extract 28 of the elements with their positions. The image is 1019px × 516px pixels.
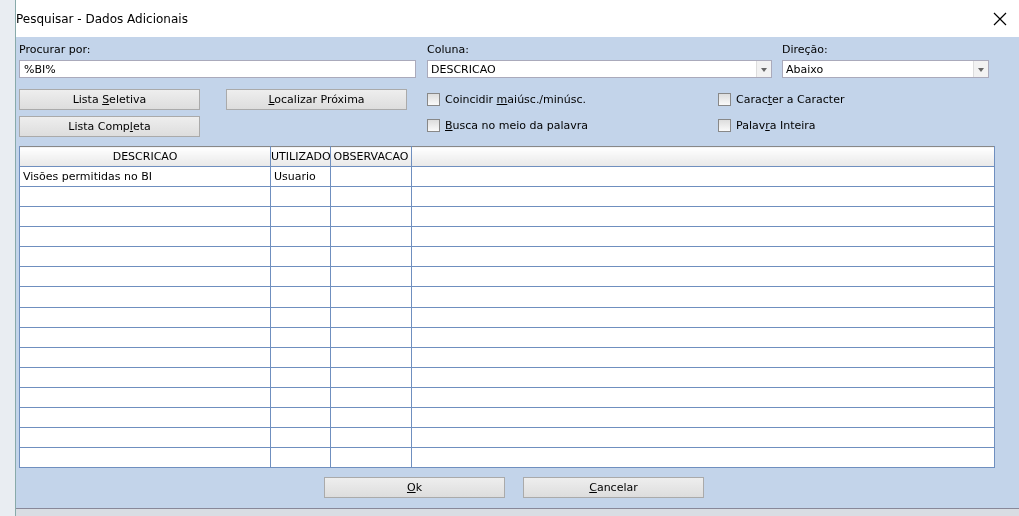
checkbox[interactable]: [718, 118, 731, 132]
checkbox-label: Palavra Inteira: [736, 118, 816, 132]
table-cell: Usuario: [270, 166, 331, 187]
dialog-button[interactable]: Cancelar: [523, 477, 704, 498]
checkbox[interactable]: [718, 92, 731, 106]
caret-icon[interactable]: [756, 61, 771, 77]
checkbox-label: Busca no meio da palavra: [445, 118, 588, 132]
column-header[interactable]: OBSERVACAO: [330, 146, 412, 167]
window-title: Pesquisar - Dados Adicionais: [16, 11, 188, 26]
dialog-button[interactable]: Ok: [324, 477, 505, 498]
table-cell: Visões permitidas no BI: [19, 166, 271, 187]
search-field[interactable]: %BI%: [19, 60, 416, 78]
checkbox[interactable]: [427, 118, 440, 132]
checkbox-label: Coincidir maiúsc./minúsc.: [445, 92, 587, 106]
field-label: Coluna:: [427, 43, 470, 57]
field-label: Direção:: [782, 43, 829, 57]
checkbox[interactable]: [427, 92, 440, 106]
direction-dropdown[interactable]: Abaixo: [782, 60, 989, 78]
close-icon[interactable]: [993, 11, 1007, 26]
find-next-button[interactable]: Localizar Próxima: [226, 89, 407, 110]
field-label: Procurar por:: [19, 43, 92, 57]
column-header[interactable]: UTILIZADO: [270, 146, 331, 167]
list-button[interactable]: Lista Seletiva: [19, 89, 200, 110]
checkbox-label: Caracter a Caracter: [736, 92, 845, 106]
column-dropdown[interactable]: DESCRICAO: [427, 60, 772, 78]
caret-icon[interactable]: [973, 61, 988, 77]
column-header[interactable]: DESCRICAO: [19, 146, 271, 167]
list-button[interactable]: Lista Completa: [19, 116, 200, 137]
